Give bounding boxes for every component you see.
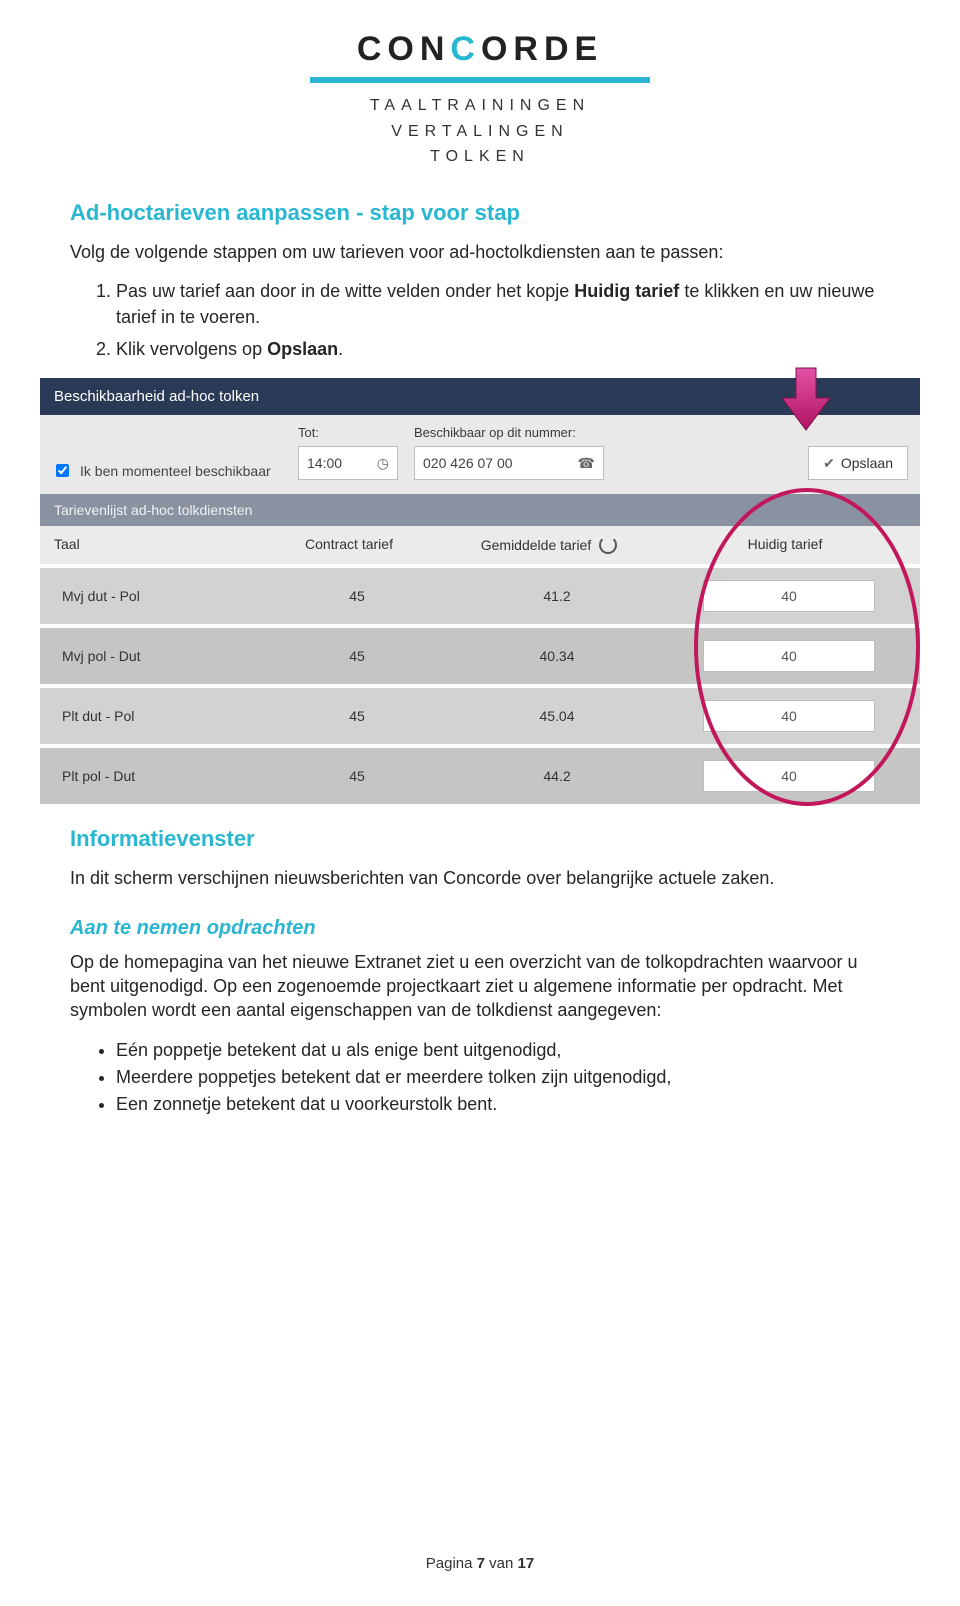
cell-contract: 45 [272,588,442,604]
tot-field: Tot: 14:00 ◷ [298,425,398,480]
logo: CONCORDE TAALTRAININGEN VERTALINGEN TOLK… [70,30,890,170]
intro-text: Volg de volgende stappen om uw tarieven … [70,240,890,264]
cell-gemiddelde: 45.04 [452,708,662,724]
footer-num: 7 [477,1555,485,1572]
step-1: Pas uw tarief aan door in de witte velde… [116,278,890,330]
huidig-input[interactable]: 40 [703,580,875,612]
available-checkbox-label: Ik ben momenteel beschikbaar [80,463,271,479]
cell-taal: Plt dut - Pol [54,708,262,724]
footer-total: 17 [518,1555,535,1572]
nummer-value: 020 426 07 00 [423,455,513,471]
clock-icon: ◷ [377,455,389,472]
logo-sub2: VERTALINGEN [70,119,890,145]
table-header: Taal Contract tarief Gemiddelde tarief H… [40,526,920,564]
cell-gemiddelde: 44.2 [452,768,662,784]
cell-gemiddelde: 41.2 [452,588,662,604]
table-row: Plt pol - Dut 45 44.2 40 [40,748,920,804]
logo-post: ORDE [481,30,603,68]
cell-contract: 45 [272,708,442,724]
cell-contract: 45 [272,648,442,664]
nummer-input[interactable]: 020 426 07 00 ☎ [414,446,604,480]
aan-te-nemen-body: Op de homepagina van het nieuwe Extranet… [70,950,890,1023]
step-2: Klik vervolgens op Opslaan. [116,336,890,362]
cell-taal: Mvj pol - Dut [54,648,262,664]
huidig-input[interactable]: 40 [703,760,875,792]
th-huidig: Huidig tarief [664,536,906,554]
heading-aan-te-nemen: Aan te nemen opdrachten [70,917,890,940]
bar-beschikbaarheid: Beschikbaarheid ad-hoc tolken [40,378,920,415]
available-checkbox[interactable]: Ik ben momenteel beschikbaar [52,461,282,480]
cell-taal: Mvj dut - Pol [54,588,262,604]
available-checkbox-input[interactable] [56,464,69,477]
step-2-post: . [338,339,343,359]
th-contract: Contract tarief [264,536,434,554]
informatievenster-body: In dit scherm verschijnen nieuwsberichte… [70,866,890,890]
bullet-2: Meerdere poppetjes betekent dat er meerd… [116,1064,890,1091]
page-footer: Pagina 7 van 17 [0,1555,960,1572]
nummer-field: Beschikbaar op dit nummer: 020 426 07 00… [414,425,604,480]
th-taal: Taal [54,536,254,554]
tot-value: 14:00 [307,455,342,471]
logo-brand: CONCORDE [70,30,890,69]
cell-huidig-wrap: 40 [672,640,906,672]
bar-tarievenlijst: Tarievenlijst ad-hoc tolkdiensten [40,494,920,526]
cell-taal: Plt pol - Dut [54,768,262,784]
availability-row: Ik ben momenteel beschikbaar Tot: 14:00 … [40,415,920,494]
step-1-bold: Huidig tarief [574,281,679,301]
table-row: Mvj pol - Dut 45 40.34 40 [40,628,920,684]
heading-informatievenster: Informatievenster [70,826,890,852]
cell-contract: 45 [272,768,442,784]
logo-sub3: TOLKEN [70,144,890,170]
footer-pre: Pagina [426,1555,477,1572]
th-gemiddelde-label: Gemiddelde tarief [481,537,592,553]
cell-huidig-wrap: 40 [672,760,906,792]
logo-pre: CON [357,30,451,68]
step-2-bold: Opslaan [267,339,338,359]
tot-label: Tot: [298,425,398,440]
screenshot-panel: Beschikbaarheid ad-hoc tolken Ik ben mom… [40,378,920,804]
table-row: Mvj dut - Pol 45 41.2 40 [40,568,920,624]
cell-gemiddelde: 40.34 [452,648,662,664]
footer-post: van [485,1555,518,1572]
cell-huidig-wrap: 40 [672,580,906,612]
save-button[interactable]: ✔ Opslaan [808,446,908,480]
step-2-pre: Klik vervolgens op [116,339,267,359]
heading-adhoc-tarieven: Ad-hoctarieven aanpassen - stap voor sta… [70,200,890,226]
tot-input[interactable]: 14:00 ◷ [298,446,398,480]
logo-rule [310,77,650,83]
cell-huidig-wrap: 40 [672,700,906,732]
table-body: Mvj dut - Pol 45 41.2 40 Mvj pol - Dut 4… [40,568,920,804]
steps-list: Pas uw tarief aan door in de witte velde… [70,278,890,362]
bullet-1: Eén poppetje betekent dat u als enige be… [116,1037,890,1064]
save-button-label: Opslaan [841,455,893,471]
phone-icon: ☎ [578,455,595,472]
logo-sub1: TAALTRAININGEN [70,93,890,119]
step-1-pre: Pas uw tarief aan door in de witte velde… [116,281,574,301]
symbol-bullets: Eén poppetje betekent dat u als enige be… [70,1037,890,1118]
huidig-input[interactable]: 40 [703,700,875,732]
th-gemiddelde: Gemiddelde tarief [444,536,654,554]
huidig-input[interactable]: 40 [703,640,875,672]
table-row: Plt dut - Pol 45 45.04 40 [40,688,920,744]
bullet-3: Een zonnetje betekent dat u voorkeurstol… [116,1091,890,1118]
nummer-label: Beschikbaar op dit nummer: [414,425,604,440]
refresh-icon[interactable] [599,536,617,554]
check-icon: ✔ [823,455,835,472]
logo-c: C [450,30,481,68]
